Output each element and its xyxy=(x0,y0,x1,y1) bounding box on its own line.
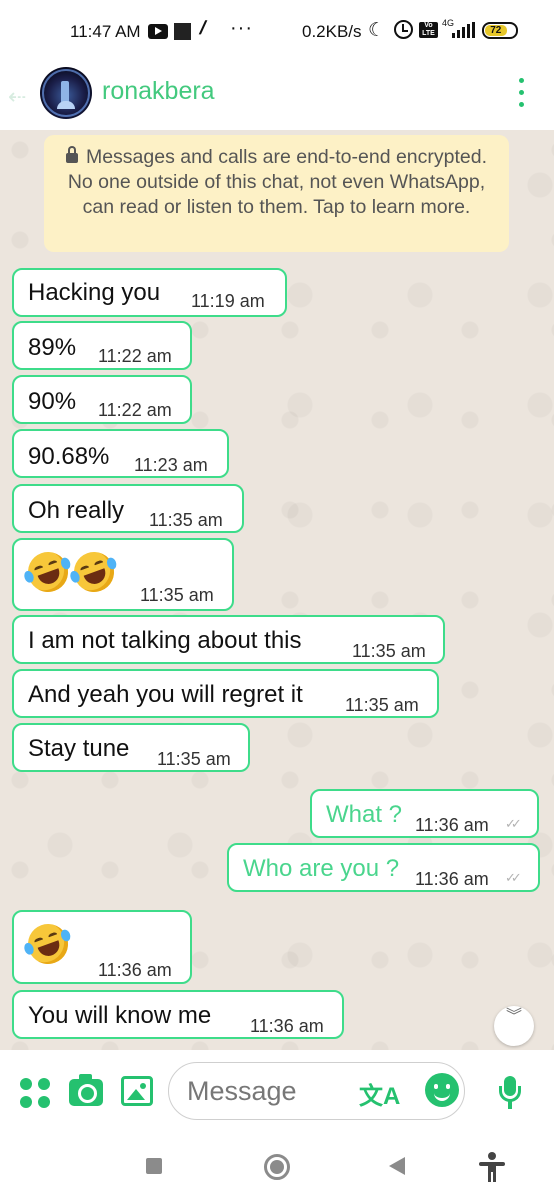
message-in[interactable]: 90% 11:22 am xyxy=(12,375,192,424)
more-notifications-icon: ··· xyxy=(230,17,253,39)
network-speed: 0.2KB/s xyxy=(302,22,362,41)
message-time: 11:36 am xyxy=(415,869,489,889)
message-in[interactable]: 90.68% 11:23 am xyxy=(12,429,229,478)
read-ticks-icon: ✓✓ xyxy=(505,870,522,885)
message-time: 11:35 am xyxy=(345,695,419,715)
lock-icon xyxy=(65,146,78,163)
message-text: 90% xyxy=(28,388,77,415)
message-time: 11:36 am xyxy=(250,1016,324,1036)
moon-icon: ☾ xyxy=(368,20,386,41)
rofl-emoji xyxy=(22,918,74,970)
translate-icon[interactable]: 文A xyxy=(359,1076,400,1111)
message-in[interactable]: You will know me 11:36 am xyxy=(12,990,344,1039)
message-time: 11:36 am xyxy=(98,960,172,980)
message-time: 11:36 am xyxy=(415,815,489,835)
contact-name[interactable]: ronakbera xyxy=(102,77,215,106)
scroll-down-button[interactable]: ︾ xyxy=(494,1006,534,1046)
message-time: 11:22 am xyxy=(98,400,172,420)
message-time: 11:23 am xyxy=(134,455,208,475)
message-out[interactable]: Who are you ? 11:36 am ✓✓ xyxy=(227,843,540,892)
message-in[interactable]: 11:35 am xyxy=(12,538,234,611)
message-time: 11:35 am xyxy=(149,510,223,530)
system-nav-bar xyxy=(0,1135,554,1200)
message-text: Who are you ? xyxy=(243,855,400,882)
chat-area[interactable]: Messages and calls are end-to-end encryp… xyxy=(0,130,554,1050)
message-time: 11:35 am xyxy=(352,641,426,661)
accessibility-icon[interactable] xyxy=(478,1152,506,1182)
alarm-icon xyxy=(394,20,413,39)
signal-icon xyxy=(452,22,478,38)
rofl-emoji xyxy=(68,546,120,598)
status-bar: 11:47 AM / ··· 0.2KB/s ☾ Vo LTE 4G 72 xyxy=(0,0,554,62)
message-text: What ? xyxy=(326,801,403,828)
more-options-icon[interactable] xyxy=(516,78,526,108)
home-icon[interactable] xyxy=(264,1154,290,1180)
message-in[interactable]: Stay tune 11:35 am xyxy=(12,723,250,772)
message-time: 11:19 am xyxy=(191,291,265,311)
volte-icon: Vo LTE xyxy=(419,22,438,38)
message-text: Hacking you xyxy=(28,279,161,306)
message-text: Oh really xyxy=(28,497,125,524)
chat-header: ⇠ ronakbera xyxy=(0,62,554,130)
message-text: And yeah you will regret it xyxy=(28,681,303,708)
message-in[interactable]: Hacking you 11:19 am xyxy=(12,268,287,317)
back-icon[interactable] xyxy=(389,1157,405,1175)
message-out[interactable]: What ? 11:36 am ✓✓ xyxy=(310,789,539,838)
recents-icon[interactable] xyxy=(146,1158,162,1174)
message-in[interactable]: 11:36 am xyxy=(12,910,192,984)
mic-icon[interactable] xyxy=(497,1076,523,1112)
message-text: 90.68% xyxy=(28,443,110,470)
encryption-text: Messages and calls are end-to-end encryp… xyxy=(67,146,488,218)
message-text: Stay tune xyxy=(28,735,130,762)
message-in[interactable]: 89% 11:22 am xyxy=(12,321,192,370)
status-time: 11:47 AM xyxy=(70,22,141,41)
read-ticks-icon: ✓✓ xyxy=(505,816,522,831)
youtube-icon xyxy=(148,24,168,39)
message-text: 89% xyxy=(28,334,77,361)
battery-level: 72 xyxy=(485,25,507,36)
rofl-emoji xyxy=(22,546,74,598)
slash-notification-icon: / xyxy=(197,18,209,39)
avatar[interactable] xyxy=(40,67,92,119)
input-bar: Message 文A xyxy=(0,1050,554,1135)
apps-icon[interactable] xyxy=(20,1078,52,1110)
encryption-notice[interactable]: Messages and calls are end-to-end encryp… xyxy=(44,135,509,252)
message-placeholder: Message xyxy=(187,1076,297,1106)
message-text: I am not talking about this xyxy=(28,627,302,654)
message-input[interactable]: Message 文A xyxy=(168,1062,465,1120)
message-in[interactable]: And yeah you will regret it 11:35 am xyxy=(12,669,439,718)
message-text: You will know me xyxy=(28,1002,212,1029)
back-arrow-icon[interactable]: ⇠ xyxy=(8,84,26,110)
camera-icon[interactable] xyxy=(69,1074,103,1106)
battery-icon: 72 xyxy=(482,22,518,39)
square-notification-icon xyxy=(174,23,191,40)
message-in[interactable]: I am not talking about this 11:35 am xyxy=(12,615,445,664)
message-time: 11:22 am xyxy=(98,346,172,366)
gallery-icon[interactable] xyxy=(121,1076,153,1106)
message-time: 11:35 am xyxy=(157,749,231,769)
message-in[interactable]: Oh really 11:35 am xyxy=(12,484,244,533)
message-time: 11:35 am xyxy=(140,585,214,605)
emoji-icon[interactable] xyxy=(425,1073,459,1107)
